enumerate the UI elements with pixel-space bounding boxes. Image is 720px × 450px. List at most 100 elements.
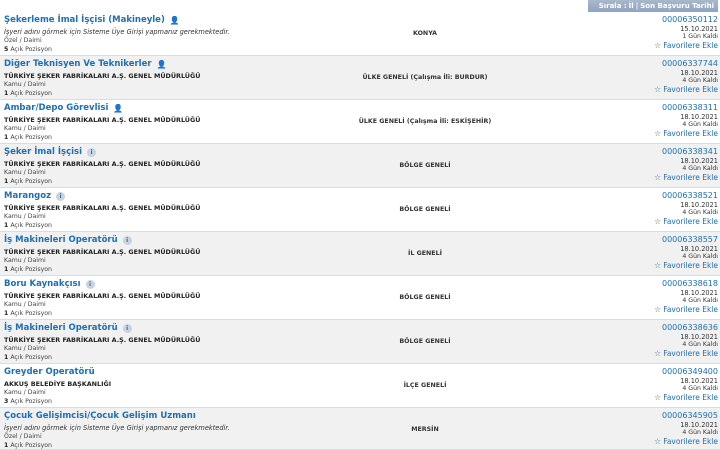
deadline-date: 18.10.2021	[680, 201, 718, 209]
job-code-link[interactable]: 00006349400	[608, 367, 718, 377]
employer-name: TÜRKİYE ŞEKER FABRİKALARI A.Ş. GENEL MÜD…	[4, 248, 201, 256]
add-to-favorites-button[interactable]: ☆ Favorilere Ekle	[608, 349, 718, 359]
days-left: 4 Gün Kaldı	[682, 209, 718, 216]
open-positions-label: Açık Pozisyon	[10, 178, 52, 185]
open-positions: 1 Açık Pozisyon	[4, 442, 52, 449]
open-positions-count: 1	[4, 442, 9, 449]
open-positions-label: Açık Pozisyon	[10, 310, 52, 317]
days-left: 4 Gün Kaldı	[682, 297, 718, 304]
job-title-wrap: Ambar/Depo Görevlisi 👤	[4, 103, 123, 113]
job-code-link[interactable]: 00006338311	[608, 103, 718, 113]
open-positions-count: 5	[4, 46, 9, 53]
job-code-link[interactable]: 00006338636	[608, 323, 718, 333]
job-code-link[interactable]: 00006338521	[608, 191, 718, 201]
open-positions: 1 Açık Pozisyon	[4, 90, 52, 97]
job-title-wrap: Çocuk Gelişimcisi/Çocuk Gelişim Uzmanı	[4, 411, 196, 421]
info-icon: i	[56, 191, 66, 201]
open-positions: 1 Açık Pozisyon	[4, 178, 52, 185]
star-icon: ☆	[654, 85, 662, 94]
open-positions-label: Açık Pozisyon	[10, 134, 52, 141]
job-row: Diğer Teknisyen Ve Teknikerler 👤 TÜRKİYE…	[0, 56, 720, 100]
add-to-favorites-label: Favorilere Ekle	[663, 437, 718, 446]
add-to-favorites-button[interactable]: ☆ Favorilere Ekle	[608, 217, 718, 227]
employer-name: TÜRKİYE ŞEKER FABRİKALARI A.Ş. GENEL MÜD…	[4, 160, 201, 168]
job-type: Kamu / Daimi	[4, 257, 46, 264]
employer-name: TÜRKİYE ŞEKER FABRİKALARI A.Ş. GENEL MÜD…	[4, 336, 201, 344]
job-title-wrap: İş Makineleri Operatörü i	[4, 235, 132, 245]
star-icon: ☆	[654, 437, 662, 446]
job-title-link[interactable]: Ambar/Depo Görevlisi	[4, 103, 108, 113]
add-to-favorites-button[interactable]: ☆ Favorilere Ekle	[608, 437, 718, 447]
add-to-favorites-label: Favorilere Ekle	[663, 217, 718, 226]
job-row: İş Makineleri Operatörü i TÜRKİYE ŞEKER …	[0, 232, 720, 276]
open-positions-label: Açık Pozisyon	[10, 90, 52, 97]
sort-option-deadline[interactable]: Son Başvuru Tarihi	[640, 2, 714, 10]
job-title-link[interactable]: İş Makineleri Operatörü	[4, 323, 118, 333]
job-type: Kamu / Daimi	[4, 301, 46, 308]
job-title-link[interactable]: Şeker İmal İşçisi	[4, 147, 82, 157]
add-to-favorites-button[interactable]: ☆ Favorilere Ekle	[608, 173, 718, 183]
add-to-favorites-label: Favorilere Ekle	[663, 129, 718, 138]
job-code-link[interactable]: 00006350112	[608, 15, 718, 25]
employer-name: TÜRKİYE ŞEKER FABRİKALARI A.Ş. GENEL MÜD…	[4, 72, 201, 80]
job-code-link[interactable]: 00006345905	[608, 411, 718, 421]
job-row: Marangoz i TÜRKİYE ŞEKER FABRİKALARI A.Ş…	[0, 188, 720, 232]
job-meta: 00006338557 18.10.2021 4 Gün Kaldı ☆ Favo…	[608, 235, 718, 271]
job-code-link[interactable]: 00006338618	[608, 279, 718, 289]
job-code-link[interactable]: 00006338341	[608, 147, 718, 157]
job-title-link[interactable]: Şekerleme İmal İşçisi (Makineyle)	[4, 15, 165, 25]
job-location: ÜLKE GENELİ (Çalışma İli: ESKİŞEHİR)	[358, 118, 492, 125]
open-positions-count: 1	[4, 266, 9, 273]
job-title-link[interactable]: Greyder Operatörü	[4, 367, 95, 377]
sort-option-il[interactable]: İl	[629, 2, 634, 10]
open-positions-label: Açık Pozisyon	[10, 222, 52, 229]
job-title-wrap: Boru Kaynakçısı i	[4, 279, 95, 289]
add-to-favorites-button[interactable]: ☆ Favorilere Ekle	[608, 261, 718, 271]
add-to-favorites-button[interactable]: ☆ Favorilere Ekle	[608, 41, 718, 51]
job-title-wrap: Şekerleme İmal İşçisi (Makineyle) 👤	[4, 15, 180, 25]
job-meta: 00006350112 15.10.2021 1 Gün Kaldı ☆ Favo…	[608, 15, 718, 51]
add-to-favorites-label: Favorilere Ekle	[663, 173, 718, 182]
open-positions: 1 Açık Pozisyon	[4, 310, 52, 317]
job-location: İL GENELİ	[408, 250, 442, 257]
job-code-link[interactable]: 00006338557	[608, 235, 718, 245]
add-to-favorites-button[interactable]: ☆ Favorilere Ekle	[608, 393, 718, 403]
job-list: Şekerleme İmal İşçisi (Makineyle) 👤 İşye…	[0, 12, 720, 450]
info-icon: i	[122, 235, 132, 245]
job-meta: 00006349400 18.10.2021 4 Gün Kaldı ☆ Favo…	[608, 367, 718, 403]
job-meta: 00006338636 18.10.2021 4 Gün Kaldı ☆ Favo…	[608, 323, 718, 359]
open-positions-count: 1	[4, 222, 9, 229]
job-type: Kamu / Daimi	[4, 345, 46, 352]
star-icon: ☆	[654, 305, 662, 314]
job-type: Kamu / Daimi	[4, 213, 46, 220]
job-title-link[interactable]: Marangoz	[4, 191, 51, 201]
job-title-wrap: Marangoz i	[4, 191, 66, 201]
add-to-favorites-button[interactable]: ☆ Favorilere Ekle	[608, 85, 718, 95]
job-title-link[interactable]: Diğer Teknisyen Ve Teknikerler	[4, 59, 152, 69]
job-title-link[interactable]: Çocuk Gelişimcisi/Çocuk Gelişim Uzmanı	[4, 411, 196, 421]
job-row: Şeker İmal İşçisi i TÜRKİYE ŞEKER FABRİK…	[0, 144, 720, 188]
job-type: Özel / Daimi	[4, 37, 42, 44]
job-row: Çocuk Gelişimcisi/Çocuk Gelişim Uzmanı İ…	[0, 408, 720, 450]
job-row: İş Makineleri Operatörü i TÜRKİYE ŞEKER …	[0, 320, 720, 364]
star-icon: ☆	[654, 393, 662, 402]
open-positions-label: Açık Pozisyon	[10, 354, 52, 361]
add-to-favorites-button[interactable]: ☆ Favorilere Ekle	[608, 129, 718, 139]
days-left: 4 Gün Kaldı	[682, 341, 718, 348]
person-icon: 👤	[169, 15, 180, 25]
add-to-favorites-button[interactable]: ☆ Favorilere Ekle	[608, 305, 718, 315]
job-location: MERSİN	[411, 426, 439, 433]
job-location: BÖLGE GENELİ	[399, 338, 451, 345]
open-positions-count: 1	[4, 178, 9, 185]
job-meta: 00006338618 18.10.2021 4 Gün Kaldı ☆ Favo…	[608, 279, 718, 315]
job-meta: 00006338311 18.10.2021 4 Gün Kaldı ☆ Favo…	[608, 103, 718, 139]
deadline-date: 18.10.2021	[680, 113, 718, 121]
employer-name: AKKUŞ BELEDİYE BAŞKANLIĞI	[4, 380, 112, 388]
job-title-link[interactable]: Boru Kaynakçısı	[4, 279, 81, 289]
deadline-date: 18.10.2021	[680, 245, 718, 253]
open-positions-count: 1	[4, 90, 9, 97]
job-location: KONYA	[412, 30, 438, 37]
person-icon: 👤	[156, 59, 167, 69]
job-code-link[interactable]: 00006337744	[608, 59, 718, 69]
job-title-link[interactable]: İş Makineleri Operatörü	[4, 235, 118, 245]
